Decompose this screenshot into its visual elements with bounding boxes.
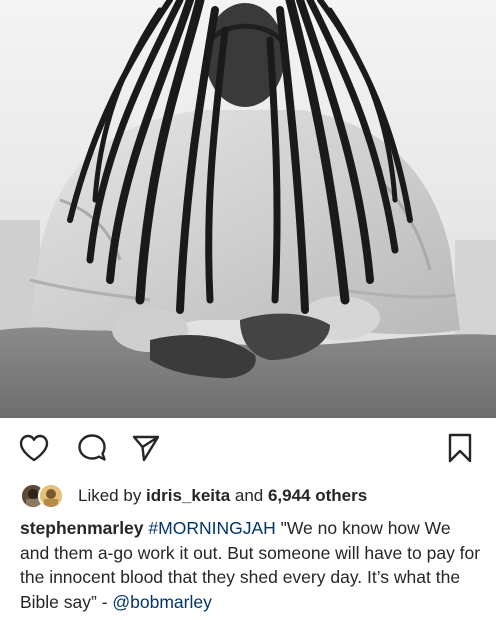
comment-button[interactable] [74,430,110,466]
paper-plane-icon [132,435,160,462]
avatar[interactable] [38,483,64,509]
post-action-bar [0,418,496,476]
caption-mention[interactable]: @bobmarley [112,592,211,612]
share-button[interactable] [128,430,164,466]
liked-by-username[interactable]: idris_keita [146,486,230,505]
liked-by-prefix: Liked by [78,486,147,505]
comment-bubble-icon [78,434,106,461]
heart-icon [19,434,49,462]
liked-by-middle: and [230,486,268,505]
likes-summary: Liked by idris_keita and 6,944 others [20,482,367,510]
save-button[interactable] [442,430,478,466]
likes-others-count[interactable]: 6,944 others [268,486,367,505]
avatar-image [40,485,62,507]
post-photo[interactable] [0,0,496,418]
photo-illustration [0,0,496,418]
caption-hashtag[interactable]: #MORNINGJAH [148,518,275,538]
instagram-post: Liked by idris_keita and 6,944 others st… [0,0,496,620]
liker-avatars[interactable] [20,483,68,509]
caption-username[interactable]: stephenmarley [20,518,144,538]
liked-by-text: Liked by idris_keita and 6,944 others [78,486,367,506]
bookmark-icon [448,433,472,463]
post-caption: stephenmarley #MORNINGJAH "We no know ho… [20,516,482,614]
like-button[interactable] [16,430,52,466]
